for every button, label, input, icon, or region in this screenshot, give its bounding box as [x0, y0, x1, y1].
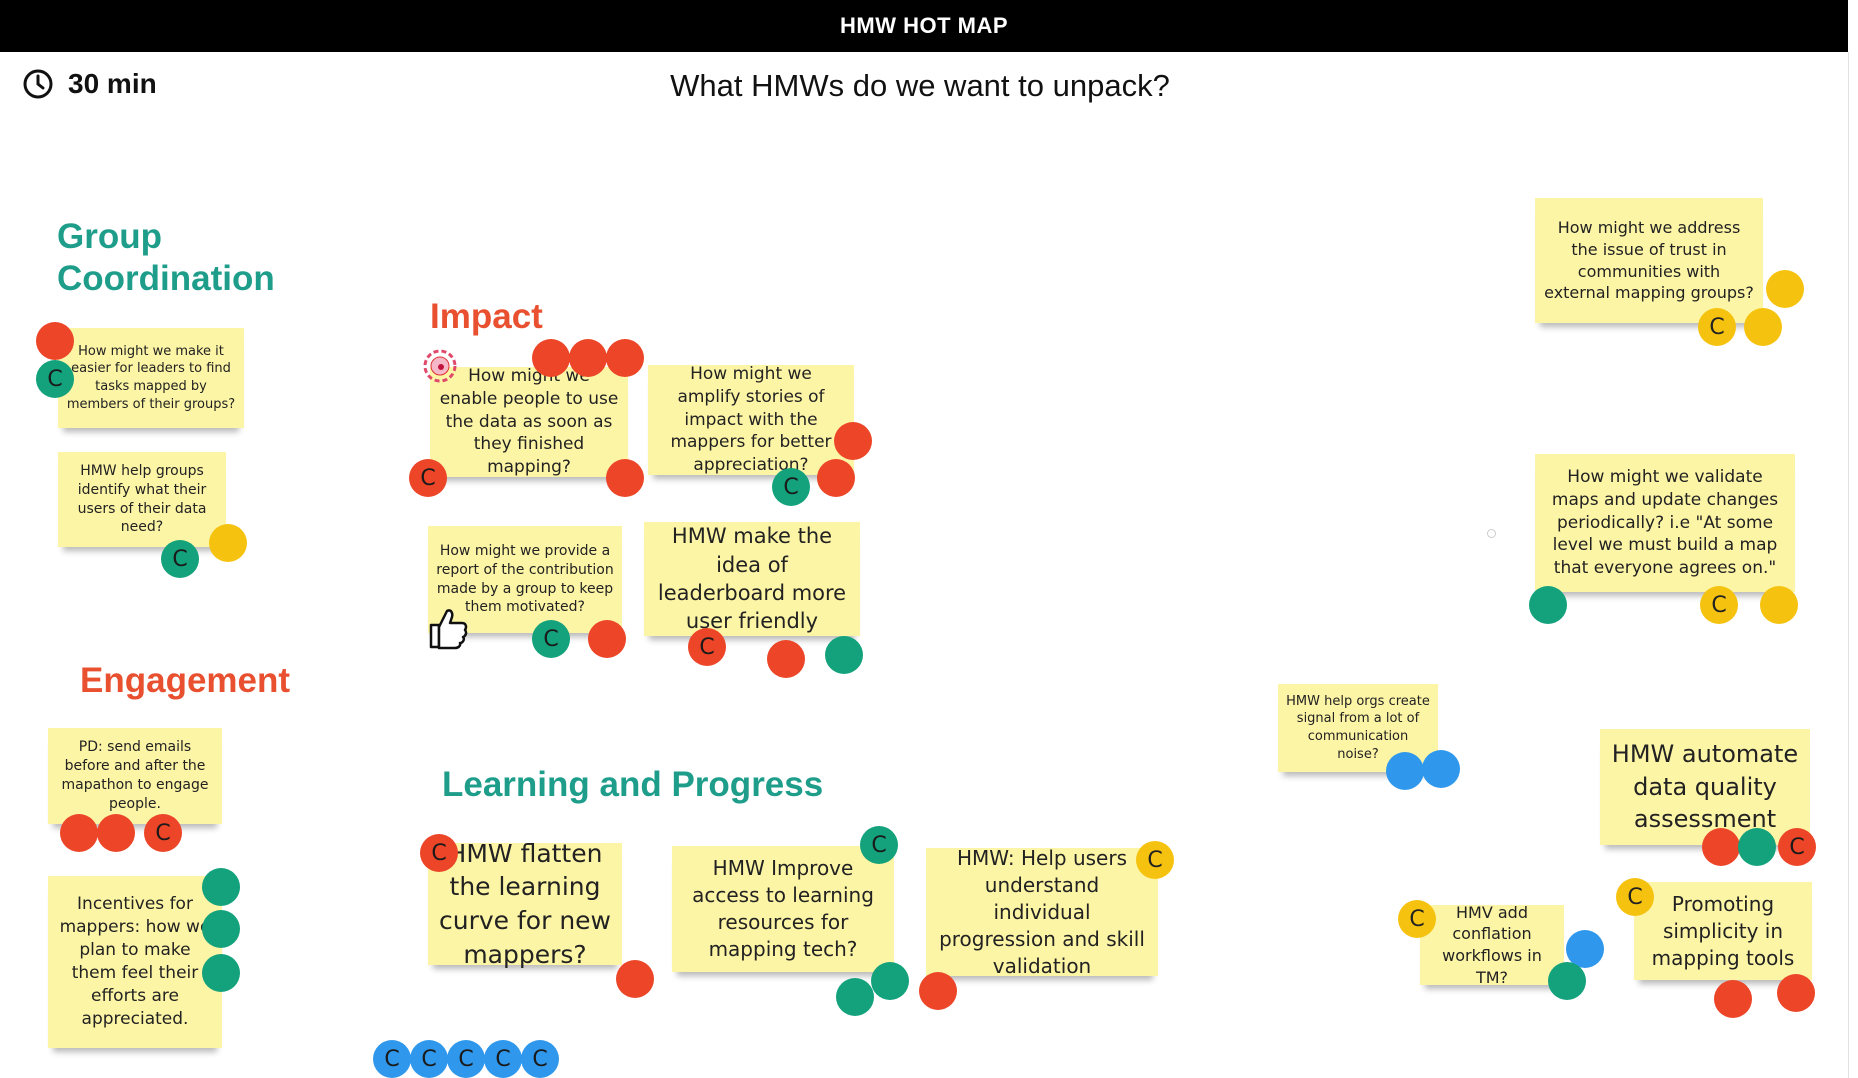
vote-dot-blue[interactable]: C	[373, 1040, 411, 1078]
vote-dot-teal[interactable]: C	[36, 360, 74, 398]
vote-dot-yellow[interactable]: C	[1616, 878, 1654, 916]
vote-dot-blue[interactable]: C	[410, 1040, 448, 1078]
vote-dot-red[interactable]	[606, 459, 644, 497]
canvas-marker	[1487, 529, 1496, 538]
sticky-note[interactable]: How might we address the issue of trust …	[1535, 198, 1763, 323]
sticky-note[interactable]: HMW help groups identify what their user…	[58, 452, 226, 547]
vote-dot-red[interactable]	[588, 620, 626, 658]
board-title: HMW HOT MAP	[839, 13, 1009, 38]
vote-dot-red[interactable]: C	[1778, 828, 1816, 866]
vote-dot-yellow[interactable]	[1760, 586, 1798, 624]
heading-impact: Impact	[430, 297, 543, 336]
note-text: How might we enable people to use the da…	[439, 365, 619, 478]
vote-dot-red[interactable]	[616, 960, 654, 998]
vote-dot-red[interactable]: C	[409, 459, 447, 497]
vote-dot-yellow[interactable]	[1766, 270, 1804, 308]
heading-group-coordination: Group Coordination	[57, 217, 275, 298]
vote-dot-blue[interactable]	[1386, 752, 1424, 790]
vote-dot-red[interactable]	[36, 322, 74, 360]
sticky-note[interactable]: HMV add conflation workflows in TM?	[1420, 902, 1564, 987]
sticky-note[interactable]: Incentives for mappers: how we plan to m…	[48, 876, 222, 1048]
board-title-bar: HMW HOT MAP	[0, 0, 1848, 52]
note-text: HMW automate data quality assessment	[1611, 740, 1799, 834]
note-text: HMV add conflation workflows in TM?	[1442, 902, 1542, 987]
note-text: HMW: Help users understand individual pr…	[939, 845, 1145, 978]
vote-dot-teal[interactable]	[1738, 828, 1776, 866]
note-text: How might we address the issue of trust …	[1544, 218, 1754, 303]
sticky-note[interactable]: How might we amplify stories of impact w…	[648, 363, 854, 476]
vote-dot-teal[interactable]: C	[860, 826, 898, 864]
vote-dot-red[interactable]	[60, 814, 98, 852]
heading-engagement: Engagement	[80, 661, 291, 700]
sticky-note[interactable]: How might we validate maps and update ch…	[1535, 454, 1795, 592]
note-text: PD: send emails before and after the map…	[61, 739, 209, 812]
vote-dot-red[interactable]: C	[688, 628, 726, 666]
vote-dot-red[interactable]: C	[144, 814, 182, 852]
vote-dot-teal[interactable]	[1548, 962, 1586, 1000]
sticky-note[interactable]: HMW make the idea of leaderboard more us…	[644, 522, 860, 636]
vote-dot-yellow[interactable]: C	[1136, 841, 1174, 879]
vote-dot-teal[interactable]	[1529, 586, 1567, 624]
vote-dot-yellow[interactable]: C	[1398, 900, 1436, 938]
vote-dot-red[interactable]	[1702, 828, 1740, 866]
vote-dot-red[interactable]	[1714, 980, 1752, 1018]
note-text: How might we amplify stories of impact w…	[670, 363, 832, 476]
sticky-note[interactable]: Promoting simplicity in mapping tools	[1634, 882, 1812, 980]
note-text: Incentives for mappers: how we plan to m…	[59, 894, 211, 1029]
vote-dot-teal[interactable]	[825, 636, 863, 674]
vote-dot-red[interactable]: C	[420, 834, 458, 872]
vote-dot-teal[interactable]	[202, 910, 240, 948]
vote-dot-teal[interactable]: C	[772, 468, 810, 506]
sticky-note[interactable]: HMW Improve access to learning resources…	[672, 846, 894, 972]
note-text: How might we validate maps and update ch…	[1551, 466, 1779, 579]
vote-dot-red[interactable]	[569, 339, 607, 377]
stamp-icon[interactable]	[420, 346, 460, 386]
note-text: Promoting simplicity in mapping tools	[1651, 891, 1795, 970]
vote-dot-red[interactable]	[532, 339, 570, 377]
vote-dot-yellow[interactable]	[209, 524, 247, 562]
vote-dot-teal[interactable]: C	[532, 620, 570, 658]
board-question: What HMWs do we want to unpack?	[670, 68, 1170, 103]
sticky-note[interactable]: HMW: Help users understand individual pr…	[926, 846, 1158, 978]
vote-dot-yellow[interactable]: C	[1700, 586, 1738, 624]
note-text: HMW Improve access to learning resources…	[692, 856, 874, 961]
vote-dot-red[interactable]	[1777, 974, 1815, 1012]
vote-dot-teal[interactable]	[871, 962, 909, 1000]
sticky-note[interactable]: How might we make it easier for leaders …	[58, 328, 244, 428]
vote-dot-red[interactable]	[97, 814, 135, 852]
vote-dot-teal[interactable]	[202, 954, 240, 992]
vote-dot-teal[interactable]	[836, 978, 874, 1016]
note-text: HMW flatten the learning curve for new m…	[439, 838, 611, 969]
sticky-note[interactable]: HMW flatten the learning curve for new m…	[428, 839, 622, 969]
vote-dot-red[interactable]	[919, 972, 957, 1010]
vote-dot-yellow[interactable]: C	[1698, 308, 1736, 346]
vote-dot-blue[interactable]: C	[447, 1040, 485, 1078]
heading-learning-and-progress: Learning and Progress	[442, 765, 824, 804]
vote-dot-red[interactable]	[606, 339, 644, 377]
vote-dot-blue[interactable]	[1422, 750, 1460, 788]
vote-dot-teal[interactable]: C	[161, 540, 199, 578]
vote-dot-red[interactable]	[834, 422, 872, 460]
vote-dot-yellow[interactable]	[1744, 308, 1782, 346]
vote-dot-red[interactable]	[817, 459, 855, 497]
vote-dot-teal[interactable]	[202, 868, 240, 906]
thumbs-up-icon[interactable]	[425, 605, 469, 651]
sticky-note[interactable]: HMW automate data quality assessment	[1600, 729, 1810, 845]
vote-dot-red[interactable]	[767, 640, 805, 678]
board-edge	[1848, 52, 1849, 1078]
note-text: HMW make the idea of leaderboard more us…	[657, 524, 847, 634]
note-text: How might we make it easier for leaders …	[66, 343, 236, 412]
sticky-note[interactable]: PD: send emails before and after the map…	[48, 728, 222, 824]
note-text: HMW help groups identify what their user…	[77, 462, 207, 536]
vote-dot-blue[interactable]: C	[521, 1040, 559, 1078]
vote-dot-blue[interactable]: C	[484, 1040, 522, 1078]
